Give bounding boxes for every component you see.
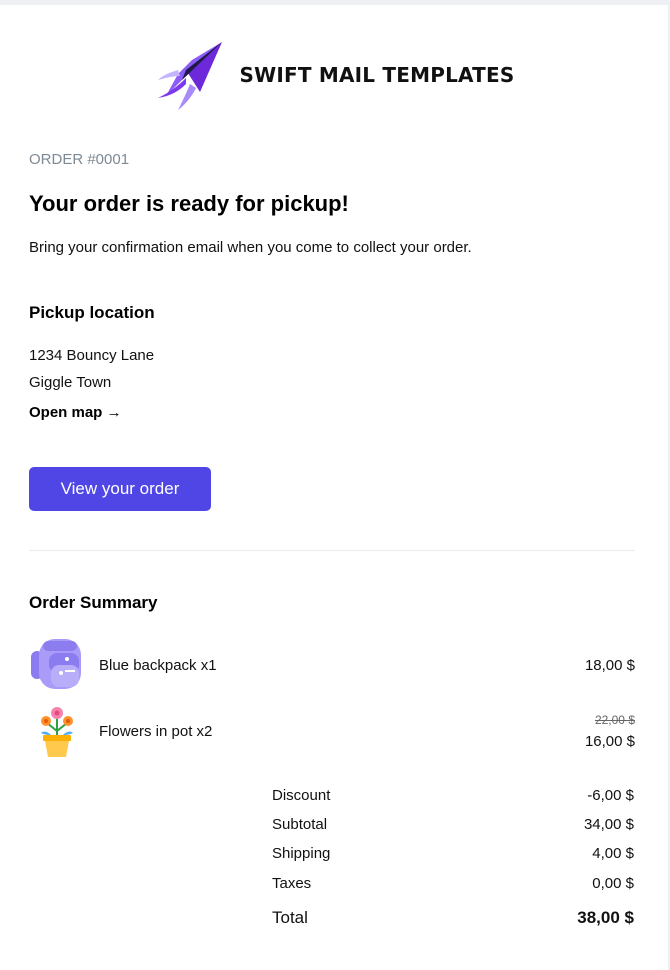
totals-label: Shipping xyxy=(272,845,331,862)
top-border xyxy=(0,0,670,5)
total-label: Total xyxy=(272,908,308,927)
item-price: 18,00 $ xyxy=(584,657,635,674)
pickup-location-heading: Pickup location xyxy=(29,303,155,322)
paper-plane-logo-icon xyxy=(157,42,222,110)
order-number: ORDER #0001 xyxy=(29,151,130,168)
open-map-link[interactable]: Open map → xyxy=(29,404,122,421)
brand-header: SWIFT MAIL TEMPLATES xyxy=(0,40,670,110)
totals-value: -6,00 $ xyxy=(587,787,634,804)
totals-value: 4,00 $ xyxy=(592,845,634,862)
totals-label: Subtotal xyxy=(272,816,328,833)
item-name: Blue backpack x1 xyxy=(99,657,217,674)
totals-value: 34,00 $ xyxy=(583,816,634,833)
item-price: 16,00 $ xyxy=(584,733,635,750)
item-name: Flowers in pot x2 xyxy=(99,723,213,740)
page-title: Your order is ready for pickup! xyxy=(29,191,349,216)
flower-pot-icon xyxy=(41,707,73,757)
email-frame: SWIFT MAIL TEMPLATES ORDER #0001 Your or… xyxy=(0,0,670,970)
address-line-2: Giggle Town xyxy=(29,374,112,391)
order-item-row: Flowers in pot x2 22,00 $ 16,00 $ xyxy=(29,701,635,761)
section-divider xyxy=(29,550,635,551)
view-order-button[interactable]: View your order xyxy=(29,467,211,511)
order-item-row: Blue backpack x1 18,00 $ xyxy=(29,635,635,695)
order-instructions: Bring your confirmation email when you c… xyxy=(29,239,472,256)
original-price: 22,00 $ xyxy=(594,713,635,727)
totals-label: Discount xyxy=(272,787,331,804)
brand-name: SWIFT MAIL TEMPLATES xyxy=(239,63,515,87)
order-summary-heading: Order Summary xyxy=(29,593,158,612)
totals-label: Taxes xyxy=(272,875,312,892)
totals-value: 0,00 $ xyxy=(592,875,634,892)
total-value: 38,00 $ xyxy=(577,908,634,927)
backpack-icon xyxy=(31,639,81,689)
address-line-1: 1234 Bouncy Lane xyxy=(29,347,155,364)
